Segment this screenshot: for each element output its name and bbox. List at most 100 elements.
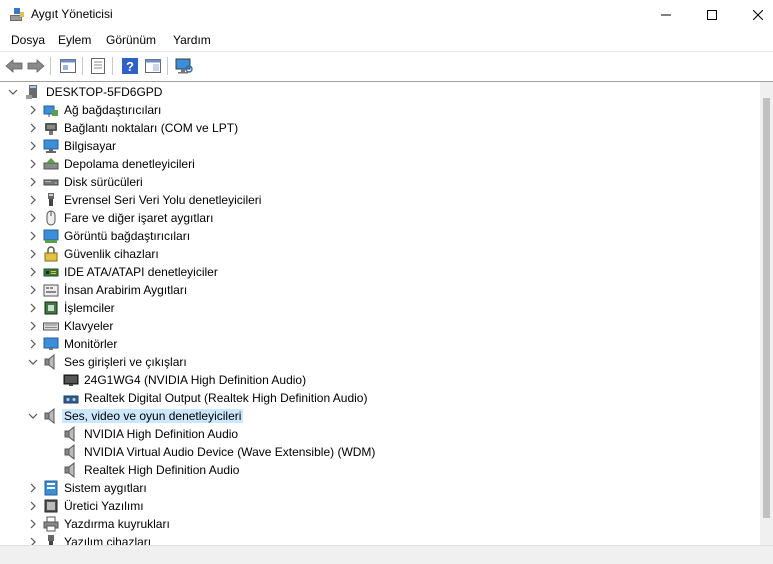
tree-device[interactable]: NVIDIA Virtual Audio Device (Wave Extens… bbox=[0, 443, 760, 461]
mouse-icon bbox=[43, 210, 59, 226]
forward-arrow-icon bbox=[27, 59, 45, 73]
toolbar-separator bbox=[167, 57, 168, 75]
properties-view-button[interactable] bbox=[58, 56, 78, 76]
tree-category[interactable]: Depolama denetleyicileri bbox=[0, 155, 760, 173]
back-button[interactable] bbox=[4, 56, 24, 76]
chevron-right-icon[interactable] bbox=[27, 266, 39, 278]
chevron-down-icon[interactable] bbox=[27, 356, 39, 368]
system-device-icon bbox=[43, 480, 59, 496]
chevron-right-icon[interactable] bbox=[27, 302, 39, 314]
close-button[interactable] bbox=[735, 0, 773, 29]
chevron-right-icon[interactable] bbox=[27, 122, 39, 134]
horizontal-scrollbar[interactable] bbox=[0, 545, 773, 564]
ide-controller-icon bbox=[43, 264, 59, 280]
tree-node-label: İnsan Arabirim Aygıtları bbox=[64, 283, 188, 297]
vertical-scrollbar[interactable] bbox=[760, 82, 773, 545]
menu-eylem[interactable]: Eylem bbox=[58, 33, 91, 47]
chevron-right-icon[interactable] bbox=[27, 518, 39, 530]
tree-category[interactable]: Bağlantı noktaları (COM ve LPT) bbox=[0, 119, 760, 137]
properties-button[interactable] bbox=[88, 56, 108, 76]
tree-category[interactable]: Monitörler bbox=[0, 335, 760, 353]
chevron-right-icon[interactable] bbox=[27, 500, 39, 512]
help-icon: ? bbox=[122, 58, 138, 74]
tree-node-label: Bağlantı noktaları (COM ve LPT) bbox=[64, 121, 239, 135]
storage-controller-icon bbox=[43, 156, 59, 172]
tree-category[interactable]: Ses girişleri ve çıkışları bbox=[0, 353, 760, 371]
digital-output-icon bbox=[63, 390, 79, 406]
maximize-button[interactable] bbox=[689, 0, 735, 29]
tree-category[interactable]: Klavyeler bbox=[0, 317, 760, 335]
usb-icon bbox=[43, 192, 59, 208]
tree-node-label: Yazdırma kuyrukları bbox=[64, 517, 170, 531]
tree-category[interactable]: İşlemciler bbox=[0, 299, 760, 317]
document-icon bbox=[91, 58, 105, 74]
monitor-audio-icon bbox=[63, 372, 79, 388]
chevron-right-icon[interactable] bbox=[27, 230, 39, 242]
tree-device[interactable]: Realtek Digital Output (Realtek High Def… bbox=[0, 389, 760, 407]
toolbar-separator bbox=[82, 57, 83, 75]
chevron-right-icon[interactable] bbox=[27, 176, 39, 188]
title-bar: Aygıt Yöneticisi bbox=[0, 0, 773, 29]
tree-node-label: NVIDIA Virtual Audio Device (Wave Extens… bbox=[84, 445, 376, 459]
toolbar: ? bbox=[0, 51, 773, 79]
chevron-right-icon[interactable] bbox=[27, 320, 39, 332]
tree-node-label: Güvenlik cihazları bbox=[64, 247, 159, 261]
maximize-icon bbox=[707, 9, 717, 20]
tree-root[interactable]: DESKTOP-5FD6GPD bbox=[0, 83, 760, 101]
tree-category[interactable]: Ağ bağdaştırıcıları bbox=[0, 101, 760, 119]
tree-category[interactable]: Disk sürücüleri bbox=[0, 173, 760, 191]
chevron-right-icon[interactable] bbox=[27, 482, 39, 494]
chevron-right-icon[interactable] bbox=[27, 338, 39, 350]
tree-category[interactable]: İnsan Arabirim Aygıtları bbox=[0, 281, 760, 299]
chevron-down-icon[interactable] bbox=[7, 86, 19, 98]
tree-device[interactable]: 24G1WG4 (NVIDIA High Definition Audio) bbox=[0, 371, 760, 389]
tree-category[interactable]: IDE ATA/ATAPI denetleyiciler bbox=[0, 263, 760, 281]
tree-category[interactable]: Üretici Yazılımı bbox=[0, 497, 760, 515]
tree-node-label: Bilgisayar bbox=[64, 139, 117, 153]
tree-category[interactable]: Bilgisayar bbox=[0, 137, 760, 155]
disk-drive-icon bbox=[43, 174, 59, 190]
tree-category[interactable]: Yazdırma kuyrukları bbox=[0, 515, 760, 533]
tree-category[interactable]: Fare ve diğer işaret aygıtları bbox=[0, 209, 760, 227]
tree-category[interactable]: Sistem aygıtları bbox=[0, 479, 760, 497]
scan-hardware-button[interactable] bbox=[174, 56, 194, 76]
scrollbar-thumb[interactable] bbox=[763, 98, 770, 518]
minimize-button[interactable] bbox=[643, 0, 689, 29]
tree-node-label: IDE ATA/ATAPI denetleyiciler bbox=[64, 265, 218, 279]
port-icon bbox=[43, 120, 59, 136]
processor-icon bbox=[43, 300, 59, 316]
chevron-right-icon[interactable] bbox=[27, 194, 39, 206]
tree-category[interactable]: Yazılım cihazları bbox=[0, 533, 760, 545]
tree-device[interactable]: NVIDIA High Definition Audio bbox=[0, 425, 760, 443]
minimize-icon bbox=[661, 14, 671, 15]
tree-node-label: Üretici Yazılımı bbox=[64, 499, 144, 513]
chevron-right-icon[interactable] bbox=[27, 104, 39, 116]
tree-node-label: Klavyeler bbox=[64, 319, 114, 333]
view-panel-button[interactable] bbox=[143, 56, 163, 76]
device-tree[interactable]: DESKTOP-5FD6GPD Ağ bağdaştırıcıları Bağlan… bbox=[0, 81, 773, 545]
chevron-right-icon[interactable] bbox=[27, 536, 39, 545]
tree-node-label: Ses, video ve oyun denetleyicileri bbox=[62, 409, 244, 423]
chevron-down-icon[interactable] bbox=[27, 410, 39, 422]
toolbar-separator bbox=[50, 57, 51, 75]
speaker-icon bbox=[43, 407, 59, 425]
chevron-right-icon[interactable] bbox=[27, 140, 39, 152]
tree-category[interactable]: Ses, video ve oyun denetleyicileri bbox=[0, 407, 760, 425]
menu-yardim[interactable]: Yardım bbox=[173, 33, 211, 47]
chevron-right-icon[interactable] bbox=[27, 212, 39, 224]
tree-category[interactable]: Güvenlik cihazları bbox=[0, 245, 760, 263]
tree-category[interactable]: Evrensel Seri Veri Yolu denetleyicileri bbox=[0, 191, 760, 209]
help-button[interactable]: ? bbox=[120, 56, 140, 76]
firmware-icon bbox=[43, 498, 59, 514]
chevron-right-icon[interactable] bbox=[27, 248, 39, 260]
printer-icon bbox=[43, 516, 59, 532]
tree-category[interactable]: Görüntü bağdaştırıcıları bbox=[0, 227, 760, 245]
tree-device[interactable]: Realtek High Definition Audio bbox=[0, 461, 760, 479]
menu-gorunum[interactable]: Görünüm bbox=[106, 33, 156, 47]
keyboard-icon bbox=[43, 318, 59, 334]
tree-node-label: Görüntü bağdaştırıcıları bbox=[64, 229, 191, 243]
menu-dosya[interactable]: Dosya bbox=[11, 33, 45, 47]
chevron-right-icon[interactable] bbox=[27, 284, 39, 296]
forward-button[interactable] bbox=[26, 56, 46, 76]
chevron-right-icon[interactable] bbox=[27, 158, 39, 170]
